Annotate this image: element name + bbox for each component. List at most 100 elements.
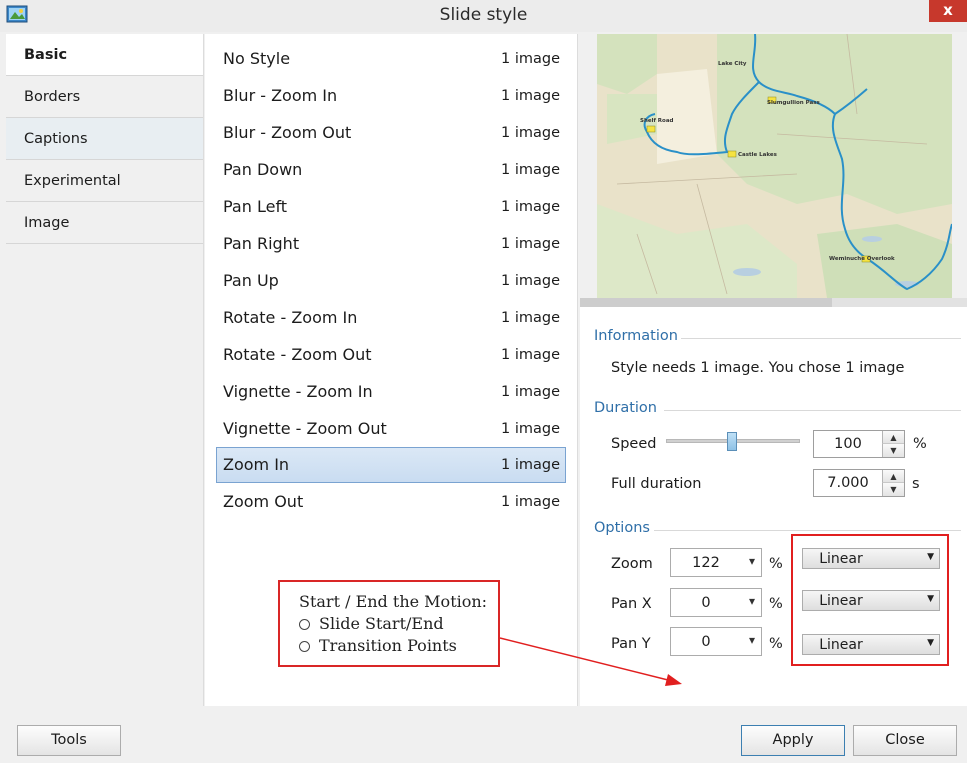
map-label: Castle Lakes bbox=[738, 152, 778, 158]
zoom-unit: % bbox=[769, 556, 783, 572]
radio-icon bbox=[299, 641, 310, 652]
tools-button[interactable]: Tools bbox=[17, 725, 121, 756]
annotation-title: Start / End the Motion: bbox=[299, 592, 488, 611]
style-name: Vignette - Zoom In bbox=[223, 382, 373, 401]
style-image-count: 1 image bbox=[501, 421, 560, 437]
full-duration-unit: s bbox=[912, 476, 920, 492]
style-row-blur-zoom-out[interactable]: Blur - Zoom Out 1 image bbox=[216, 115, 566, 151]
style-name: Zoom In bbox=[223, 455, 290, 474]
style-row-pan-right[interactable]: Pan Right 1 image bbox=[216, 226, 566, 262]
map-label: Lake City bbox=[718, 61, 747, 67]
pan-x-label: Pan X bbox=[611, 596, 652, 612]
window-title: Slide style bbox=[439, 5, 528, 25]
map-label: Slumgullion Pass bbox=[767, 100, 820, 106]
speed-spinner[interactable]: 100 ▲ ▼ bbox=[813, 430, 905, 458]
options-header: Options bbox=[594, 520, 650, 536]
nav-item-image[interactable]: Image bbox=[6, 202, 203, 244]
section-divider bbox=[681, 338, 961, 339]
speed-label: Speed bbox=[611, 436, 657, 452]
title-bar: Slide style x bbox=[0, 0, 967, 32]
duration-header: Duration bbox=[594, 400, 657, 416]
annotation-choice-label: Transition Points bbox=[319, 636, 457, 655]
category-nav: Basic Borders Captions Experimental Imag… bbox=[6, 34, 204, 706]
section-divider bbox=[654, 530, 961, 531]
annotation-choice-label: Slide Start/End bbox=[319, 614, 444, 633]
style-image-count: 1 image bbox=[501, 384, 560, 400]
style-name: Vignette - Zoom Out bbox=[223, 419, 387, 438]
zoom-combo[interactable]: 122 ▾ bbox=[670, 548, 762, 577]
spin-up-icon[interactable]: ▲ bbox=[882, 431, 904, 444]
speed-unit: % bbox=[913, 436, 927, 452]
pan-y-label: Pan Y bbox=[611, 636, 651, 652]
style-row-pan-left[interactable]: Pan Left 1 image bbox=[216, 189, 566, 225]
pan-x-unit: % bbox=[769, 596, 783, 612]
window-close-button[interactable]: x bbox=[929, 0, 967, 22]
pan-y-combo[interactable]: 0 ▾ bbox=[670, 627, 762, 656]
style-image-count: 1 image bbox=[501, 310, 560, 326]
style-row-no-style[interactable]: No Style 1 image bbox=[216, 41, 566, 77]
style-image-count: 1 image bbox=[501, 199, 560, 215]
style-image-count: 1 image bbox=[501, 125, 560, 141]
spin-down-icon[interactable]: ▼ bbox=[882, 444, 904, 457]
nav-item-captions[interactable]: Captions bbox=[6, 118, 203, 160]
preview-scrollbar-thumb[interactable] bbox=[580, 298, 832, 307]
pan-y-unit: % bbox=[769, 636, 783, 652]
style-image-count: 1 image bbox=[501, 457, 560, 473]
style-row-pan-up[interactable]: Pan Up 1 image bbox=[216, 263, 566, 299]
style-row-rotate-zoom-in[interactable]: Rotate - Zoom In 1 image bbox=[216, 300, 566, 336]
easing-highlight-box bbox=[791, 534, 949, 666]
pan-y-value[interactable]: 0 bbox=[671, 634, 741, 650]
style-name: Blur - Zoom In bbox=[223, 86, 338, 105]
slide-preview: Lake City Slumgullion Pass Shelf Road Ca… bbox=[597, 34, 952, 298]
full-duration-value[interactable]: 7.000 bbox=[814, 475, 882, 491]
style-name: No Style bbox=[223, 49, 291, 68]
radio-icon bbox=[299, 619, 310, 630]
style-row-vignette-zoom-out[interactable]: Vignette - Zoom Out 1 image bbox=[216, 411, 566, 447]
style-name: Rotate - Zoom Out bbox=[223, 345, 372, 364]
pan-x-value[interactable]: 0 bbox=[671, 595, 741, 611]
spin-down-icon[interactable]: ▼ bbox=[882, 483, 904, 496]
zoom-value[interactable]: 122 bbox=[671, 555, 741, 571]
nav-item-experimental[interactable]: Experimental bbox=[6, 160, 203, 202]
pan-x-combo[interactable]: 0 ▾ bbox=[670, 588, 762, 617]
chevron-down-icon[interactable]: ▾ bbox=[749, 594, 755, 608]
map-label: Weminuche Overlook bbox=[829, 256, 895, 262]
style-name: Pan Right bbox=[223, 234, 300, 253]
speed-slider-thumb[interactable] bbox=[727, 432, 737, 451]
full-duration-spinner[interactable]: 7.000 ▲ ▼ bbox=[813, 469, 905, 497]
map-label: Shelf Road bbox=[640, 118, 674, 124]
style-image-count: 1 image bbox=[501, 273, 560, 289]
nav-item-borders[interactable]: Borders bbox=[6, 76, 203, 118]
style-image-count: 1 image bbox=[501, 162, 560, 178]
motion-annotation: Start / End the Motion: Slide Start/End … bbox=[278, 580, 500, 667]
style-image-count: 1 image bbox=[501, 51, 560, 67]
style-name: Rotate - Zoom In bbox=[223, 308, 358, 327]
style-row-rotate-zoom-out[interactable]: Rotate - Zoom Out 1 image bbox=[216, 337, 566, 373]
style-image-count: 1 image bbox=[501, 347, 560, 363]
style-name: Pan Down bbox=[223, 160, 303, 179]
close-button[interactable]: Close bbox=[853, 725, 957, 756]
style-row-zoom-in[interactable]: Zoom In 1 image bbox=[216, 447, 566, 483]
annotation-choice: Slide Start/End bbox=[299, 614, 444, 633]
style-name: Blur - Zoom Out bbox=[223, 123, 352, 142]
style-image-count: 1 image bbox=[501, 236, 560, 252]
style-row-vignette-zoom-in[interactable]: Vignette - Zoom In 1 image bbox=[216, 374, 566, 410]
apply-button[interactable]: Apply bbox=[741, 725, 845, 756]
style-image-count: 1 image bbox=[501, 88, 560, 104]
map-image: Lake City Slumgullion Pass Shelf Road Ca… bbox=[597, 34, 952, 298]
chevron-down-icon[interactable]: ▾ bbox=[749, 554, 755, 568]
information-header: Information bbox=[594, 328, 678, 344]
spin-up-icon[interactable]: ▲ bbox=[882, 470, 904, 483]
style-name: Zoom Out bbox=[223, 492, 304, 511]
style-row-zoom-out[interactable]: Zoom Out 1 image bbox=[216, 484, 566, 520]
nav-item-basic[interactable]: Basic bbox=[6, 34, 203, 76]
style-image-count: 1 image bbox=[501, 494, 560, 510]
style-row-blur-zoom-in[interactable]: Blur - Zoom In 1 image bbox=[216, 78, 566, 114]
section-divider bbox=[664, 410, 961, 411]
style-name: Pan Up bbox=[223, 271, 279, 290]
style-row-pan-down[interactable]: Pan Down 1 image bbox=[216, 152, 566, 188]
preview-scrollbar[interactable] bbox=[580, 298, 967, 307]
speed-value[interactable]: 100 bbox=[814, 436, 882, 452]
chevron-down-icon[interactable]: ▾ bbox=[749, 633, 755, 647]
full-duration-label: Full duration bbox=[611, 476, 702, 492]
